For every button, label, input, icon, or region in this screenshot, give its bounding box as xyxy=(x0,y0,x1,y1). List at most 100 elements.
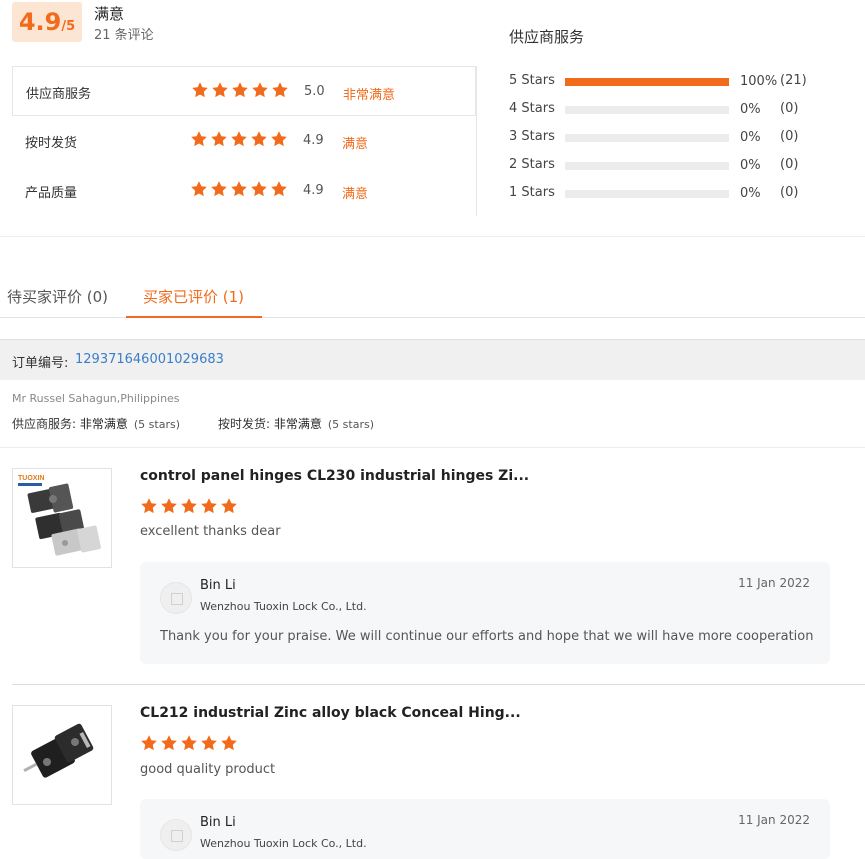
dimension-satisfaction: 非常满意 xyxy=(343,88,396,103)
hinge-product-image xyxy=(13,706,111,804)
brand-logo-text: TUOXIN xyxy=(18,475,44,482)
buyer-rating-label: 按时发货: xyxy=(218,417,274,431)
star-icon xyxy=(271,131,287,147)
review-count: 21 条评论 xyxy=(94,28,154,43)
star-icon xyxy=(221,498,237,514)
star-icon xyxy=(181,498,197,514)
product-title-link[interactable]: control panel hinges CL230 industrial hi… xyxy=(140,468,529,484)
dimension-score: 5.0 xyxy=(304,84,325,99)
star-icon xyxy=(252,82,268,98)
supplier-reply: Bin Li Wenzhou Tuoxin Lock Co., Ltd. 11 … xyxy=(140,562,830,664)
star-icon xyxy=(212,82,228,98)
star-icon xyxy=(201,735,217,751)
star-icon xyxy=(181,735,197,751)
star-icon xyxy=(251,181,267,197)
star-icon xyxy=(141,498,157,514)
tab-buyer-reviewed[interactable]: 买家已评价 (1) xyxy=(143,286,244,307)
review-text: good quality product xyxy=(140,762,276,777)
breakdown-row-4: 4 Stars 0% (0) xyxy=(509,98,839,126)
review-tabs: 待买家评价 (0) 买家已评价 (1) xyxy=(0,272,865,318)
reply-date: 11 Jan 2022 xyxy=(738,813,810,827)
dimension-satisfaction: 满意 xyxy=(342,137,369,152)
dimension-row-on-time-delivery: 按时发货 4.9 满意 xyxy=(12,116,476,166)
dimension-row-product-quality: 产品质量 4.9 满意 xyxy=(12,166,476,216)
star-icon xyxy=(141,735,157,751)
divider xyxy=(12,684,865,685)
buyer-ratings: 供应商服务: 非常满意 (5 stars) 按时发货: 非常满意 (5 stars) xyxy=(12,415,412,432)
breakdown-bar xyxy=(565,190,729,198)
star-icon xyxy=(251,131,267,147)
reply-company: Wenzhou Tuoxin Lock Co., Ltd. xyxy=(200,837,367,850)
breakdown-percent: 0% xyxy=(740,102,761,117)
buyer-rating-note: (5 stars) xyxy=(327,418,374,431)
star-icon xyxy=(272,82,288,98)
breakdown-row-1: 1 Stars 0% (0) xyxy=(509,182,839,210)
product-thumbnail[interactable] xyxy=(12,705,112,805)
overall-score: 4.9 xyxy=(18,8,62,36)
dimension-score: 4.9 xyxy=(303,183,324,198)
star-icon xyxy=(211,181,227,197)
breakdown-percent: 0% xyxy=(740,186,761,201)
breakdown-count: (0) xyxy=(780,129,799,144)
reply-author-name: Bin Li xyxy=(200,578,236,593)
dimension-label: 产品质量 xyxy=(25,186,78,201)
star-icon xyxy=(192,82,208,98)
product-thumbnail[interactable]: TUOXIN xyxy=(12,468,112,568)
star-icon xyxy=(191,131,207,147)
review-star-rating xyxy=(140,734,238,752)
star-icon xyxy=(191,181,207,197)
hinge-product-image: TUOXIN xyxy=(13,469,111,567)
dimension-ratings: 供应商服务 5.0 非常满意 按时发货 4.9 满意 产品质量 4.9 满意 xyxy=(12,66,476,216)
active-tab-indicator xyxy=(126,316,262,318)
breakdown-percent: 0% xyxy=(740,158,761,173)
star-icon xyxy=(211,131,227,147)
breakdown-percent: 0% xyxy=(740,130,761,145)
buyer-rating-value: 非常满意 xyxy=(273,417,322,431)
review-text: excellent thanks dear xyxy=(140,524,281,539)
star-icon xyxy=(201,498,217,514)
order-number-label: 订单编号: xyxy=(12,356,69,371)
star-icon xyxy=(161,735,177,751)
star-icon xyxy=(221,735,237,751)
buyer-rating-value: 非常满意 xyxy=(79,417,128,431)
buyer-rating-label: 供应商服务: xyxy=(12,417,80,431)
breakdown-count: (0) xyxy=(780,101,799,116)
breakdown-label: 5 Stars xyxy=(509,73,555,88)
order-number-link[interactable]: 129371646001029683 xyxy=(75,352,224,367)
breakdown-bar-fill xyxy=(565,78,729,86)
star-icon xyxy=(231,181,247,197)
breakdown-row-2: 2 Stars 0% (0) xyxy=(509,154,839,182)
overall-satisfaction: 满意 xyxy=(94,5,125,23)
reply-text: Thank you for your praise. We will conti… xyxy=(160,629,814,644)
star-rating xyxy=(191,81,289,101)
tab-pending-reviews[interactable]: 待买家评价 (0) xyxy=(7,286,108,307)
breakdown-label: 3 Stars xyxy=(509,129,555,144)
overall-score-badge: 4.9/5 xyxy=(12,2,82,42)
dimension-label: 供应商服务 xyxy=(26,87,92,102)
buyer-rating-note: (5 stars) xyxy=(133,418,180,431)
reply-company: Wenzhou Tuoxin Lock Co., Ltd. xyxy=(200,600,367,613)
breakdown-percent: 100% xyxy=(740,74,778,89)
product-title-link[interactable]: CL212 industrial Zinc alloy black Concea… xyxy=(140,705,521,721)
breakdown-count: (21) xyxy=(780,73,807,88)
dimension-row-supplier-service: 供应商服务 5.0 非常满意 xyxy=(12,66,476,116)
star-breakdown: 5 Stars 100% (21) 4 Stars 0% (0) 3 Stars… xyxy=(509,70,839,210)
buyer-rating-on-time-delivery: 按时发货: 非常满意 (5 stars) xyxy=(218,415,374,432)
order-header: 订单编号: 129371646001029683 xyxy=(0,339,865,380)
breakdown-bar xyxy=(565,162,729,170)
avatar xyxy=(160,819,192,851)
dimension-satisfaction: 满意 xyxy=(342,187,369,202)
star-icon xyxy=(232,82,248,98)
star-icon xyxy=(231,131,247,147)
breakdown-bar xyxy=(565,78,729,86)
star-icon xyxy=(161,498,177,514)
breakdown-row-5: 5 Stars 100% (21) xyxy=(509,70,839,98)
supplier-reply: Bin Li Wenzhou Tuoxin Lock Co., Ltd. 11 … xyxy=(140,799,830,859)
star-rating xyxy=(190,180,288,200)
rating-summary: 4.9/5 满意 21 条评论 供应商服务 5.0 非常满意 按时发货 4.9 … xyxy=(0,0,865,237)
avatar xyxy=(160,582,192,614)
review-star-rating xyxy=(140,497,238,515)
buyer-name: Mr Russel Sahagun,Philippines xyxy=(12,392,180,405)
divider xyxy=(476,66,477,216)
divider xyxy=(0,447,865,448)
